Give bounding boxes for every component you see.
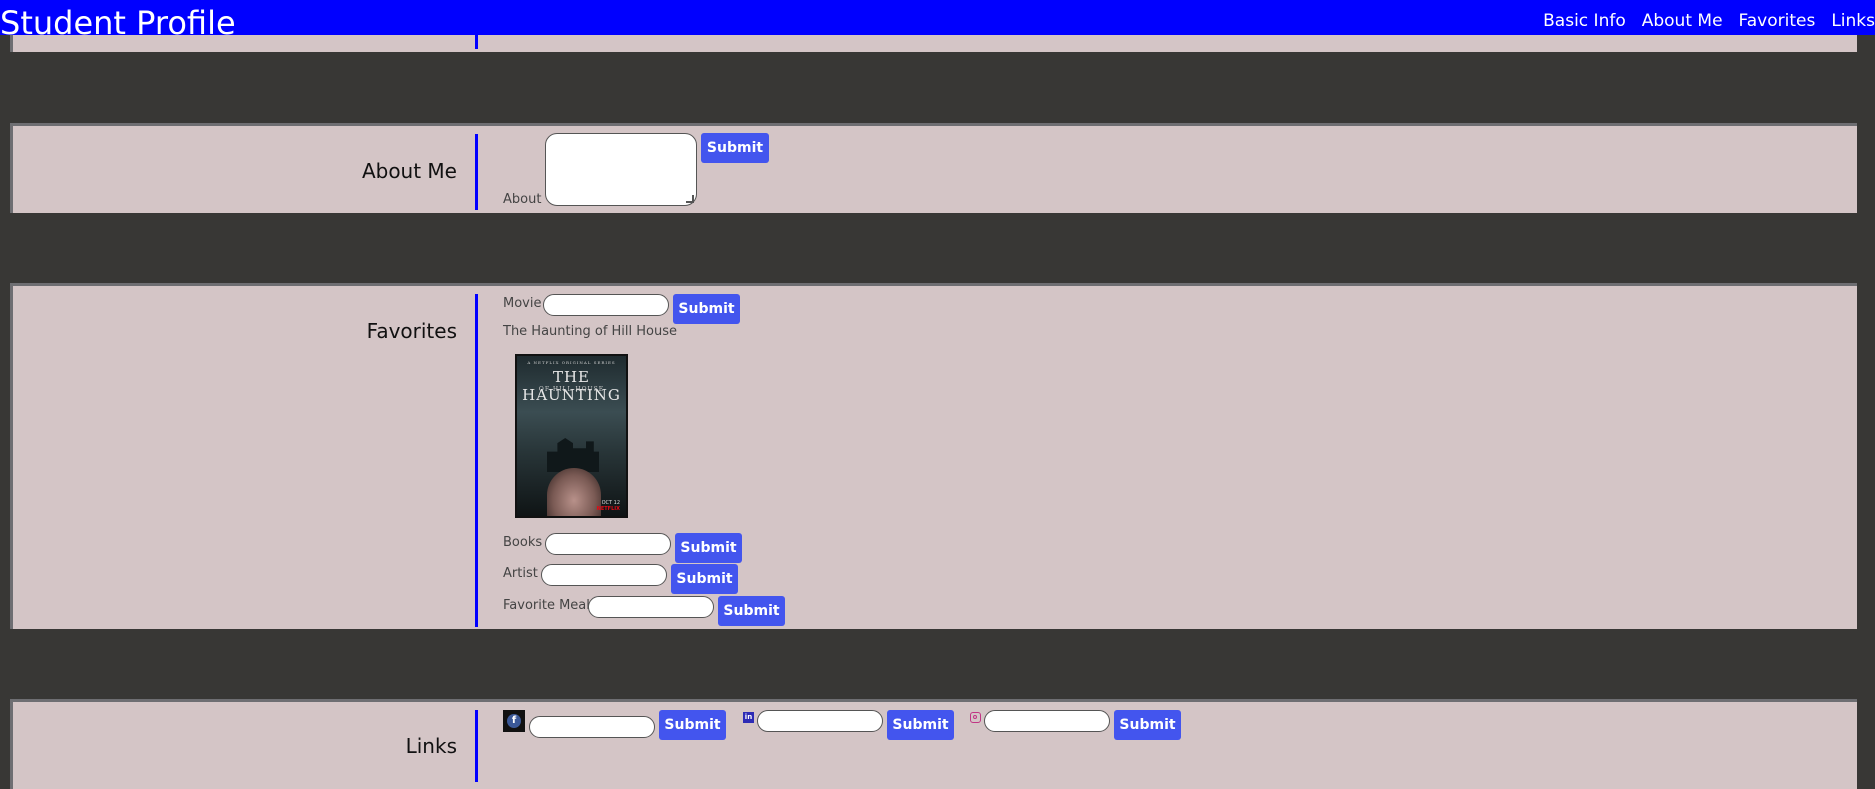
- movie-submit-button[interactable]: Submit: [673, 294, 740, 324]
- books-label: Books: [503, 535, 543, 550]
- favorite-meal-label: Favorite Meal: [503, 598, 590, 613]
- linkedin-submit-button[interactable]: Submit: [887, 710, 954, 740]
- nav-links: Basic Info About Me Favorites Links: [1543, 10, 1875, 32]
- nav-link-favorites[interactable]: Favorites: [1739, 10, 1816, 32]
- artist-submit-button[interactable]: Submit: [671, 564, 738, 594]
- section-divider: [475, 134, 478, 210]
- top-navbar: Student Profile Basic Info About Me Favo…: [0, 0, 1875, 42]
- favorite-meal-submit-button[interactable]: Submit: [718, 596, 785, 626]
- movie-poster-image: A NETFLIX ORIGINAL SERIES THE HAUNTING O…: [515, 354, 628, 518]
- artist-label: Artist: [503, 566, 538, 581]
- section-heading-links: Links: [405, 734, 457, 758]
- instagram-submit-button[interactable]: Submit: [1114, 710, 1181, 740]
- poster-subtitle: OF HILL HOUSE: [538, 386, 605, 393]
- links-section: Links f Submit in Submit Submit: [10, 699, 1857, 789]
- poster-top-text: A NETFLIX ORIGINAL SERIES: [527, 360, 616, 365]
- artist-input[interactable]: [541, 564, 667, 586]
- facebook-icon[interactable]: f: [503, 710, 525, 732]
- movie-input[interactable]: [543, 294, 669, 316]
- poster-house-graphic: [547, 438, 599, 472]
- nav-link-basic-info[interactable]: Basic Info: [1543, 10, 1626, 32]
- about-label: About: [503, 192, 542, 207]
- section-divider: [475, 294, 478, 627]
- favorites-section: Favorites Movie Submit The Haunting of H…: [10, 283, 1857, 629]
- facebook-input[interactable]: [529, 716, 655, 738]
- resize-grip-icon[interactable]: [686, 195, 694, 203]
- section-divider: [475, 710, 478, 782]
- nav-link-links[interactable]: Links: [1831, 10, 1875, 32]
- about-textarea[interactable]: [545, 133, 697, 206]
- page-title: Student Profile: [0, 4, 236, 42]
- section-heading-favorites: Favorites: [366, 319, 457, 343]
- books-input[interactable]: [545, 533, 671, 555]
- poster-brand: NETFLIX: [596, 506, 620, 512]
- instagram-icon[interactable]: [970, 712, 981, 723]
- section-heading-about-me: About Me: [361, 159, 457, 183]
- nav-link-about-me[interactable]: About Me: [1642, 10, 1723, 32]
- about-submit-button[interactable]: Submit: [701, 133, 769, 163]
- facebook-submit-button[interactable]: Submit: [659, 710, 726, 740]
- books-submit-button[interactable]: Submit: [675, 533, 742, 563]
- instagram-input[interactable]: [984, 710, 1110, 732]
- movie-result-text: The Haunting of Hill House: [503, 324, 678, 339]
- poster-face-graphic: [547, 468, 601, 516]
- movie-label: Movie: [503, 296, 542, 311]
- about-me-section: About Me About Submit: [10, 123, 1857, 213]
- linkedin-icon[interactable]: in: [743, 712, 754, 723]
- linkedin-input[interactable]: [757, 710, 883, 732]
- favorite-meal-input[interactable]: [588, 596, 714, 618]
